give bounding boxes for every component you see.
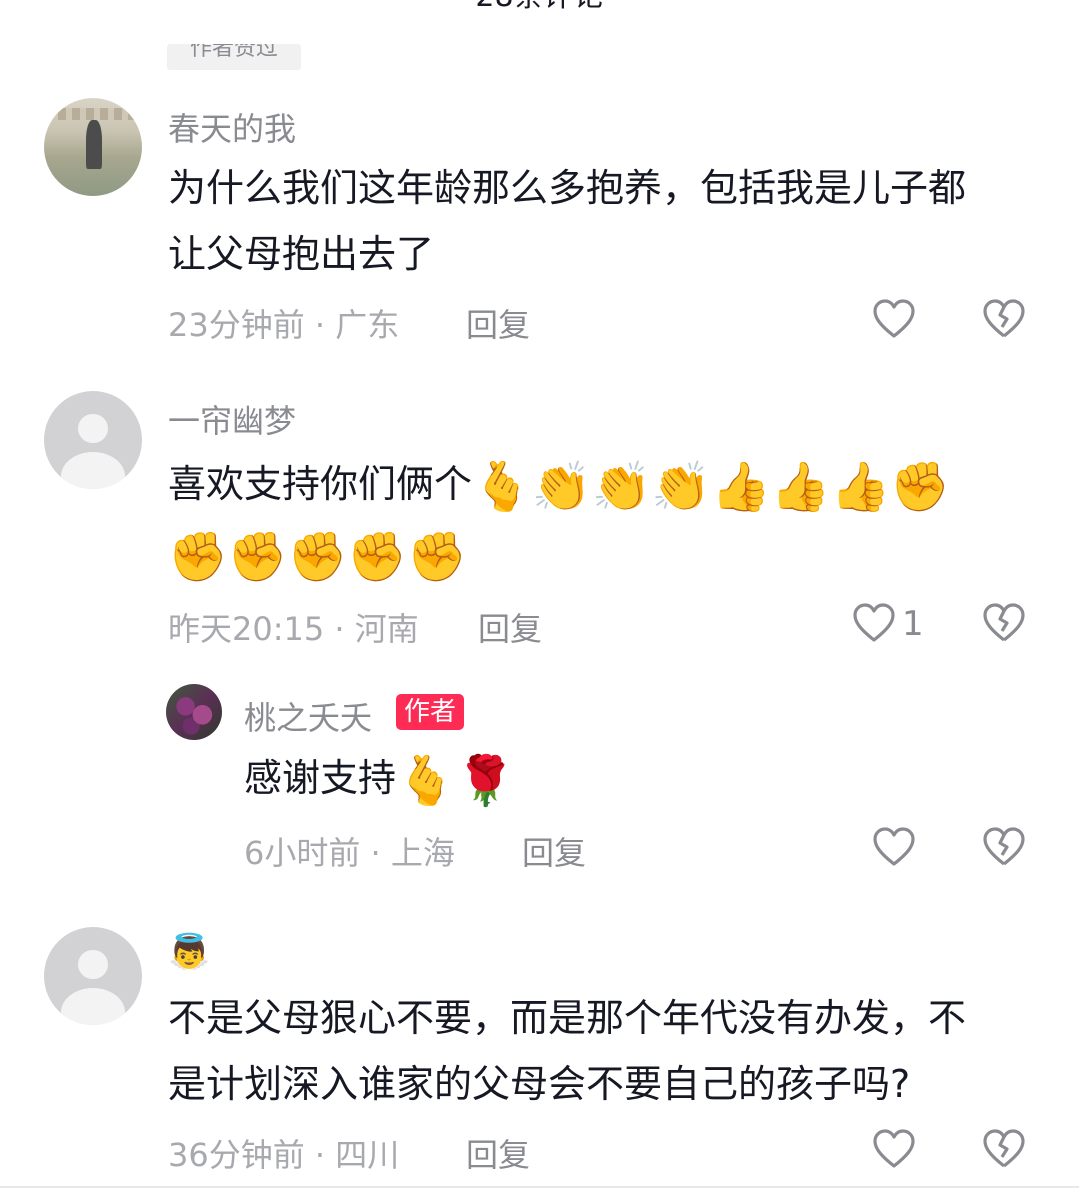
comment-time-location: 6小时前 · 上海	[244, 834, 455, 872]
comment-username[interactable]: 👼	[168, 932, 210, 972]
emoji-sequence: 🫰👏👏👏👍👍👍✊	[472, 458, 951, 515]
emoji-sequence: 🫰🌹	[396, 752, 516, 809]
broken-heart-outline-icon[interactable]	[982, 826, 1026, 868]
reply-button[interactable]: 回复	[466, 1130, 530, 1176]
broken-heart-outline-icon[interactable]	[982, 298, 1026, 340]
broken-heart-outline-icon[interactable]	[982, 1128, 1026, 1170]
like-count: 1	[902, 604, 924, 644]
comment-text: 喜欢支持你们俩个	[168, 462, 473, 506]
avatar[interactable]	[44, 927, 142, 1025]
author-badge: 作者	[396, 694, 465, 730]
comment-text-line: 喜欢支持你们俩个🫰👏👏👏👍👍👍✊	[168, 452, 950, 516]
avatar[interactable]	[44, 98, 142, 196]
comment-text-line: 为什么我们这年龄那么多抱养，包括我是儿子都	[168, 166, 967, 210]
comment-username[interactable]: 春天的我	[168, 104, 296, 150]
heart-outline-icon[interactable]	[872, 298, 916, 340]
emoji-sequence: ✊✊✊✊✊	[168, 528, 467, 585]
author-liked-chip: 作者赞过	[167, 44, 301, 70]
comment-time-location: 36分钟前 · 四川	[168, 1136, 400, 1174]
avatar[interactable]	[166, 684, 222, 740]
reply-button[interactable]: 回复	[522, 828, 586, 874]
comment-username[interactable]: 一帘幽梦	[168, 396, 296, 442]
comment-text-line: ✊✊✊✊✊	[168, 522, 467, 586]
divider	[0, 1186, 1079, 1188]
reply-button[interactable]: 回复	[466, 300, 530, 346]
avatar[interactable]	[44, 391, 142, 489]
comment-text-line: 让父母抱出去了	[168, 232, 435, 276]
heart-outline-icon[interactable]	[852, 602, 896, 644]
comment-time-location: 昨天20:15 · 河南	[168, 610, 419, 648]
comment-text: 感谢支持	[244, 756, 397, 800]
heart-outline-icon[interactable]	[872, 826, 916, 868]
comment-username[interactable]: 桃之夭夭	[244, 693, 372, 739]
comment-text-line: 不是父母狠心不要，而是那个年代没有办发，不	[168, 996, 967, 1040]
reply-button[interactable]: 回复	[478, 604, 542, 650]
comments-count-title: 28条评论	[0, 0, 1079, 12]
heart-outline-icon[interactable]	[872, 1128, 916, 1170]
broken-heart-outline-icon[interactable]	[982, 602, 1026, 644]
comment-text-line: 是计划深入谁家的父母会不要自己的孩子吗?	[168, 1062, 911, 1106]
comment-time-location: 23分钟前 · 广东	[168, 306, 400, 344]
comment-text-line: 感谢支持🫰🌹	[244, 746, 516, 810]
